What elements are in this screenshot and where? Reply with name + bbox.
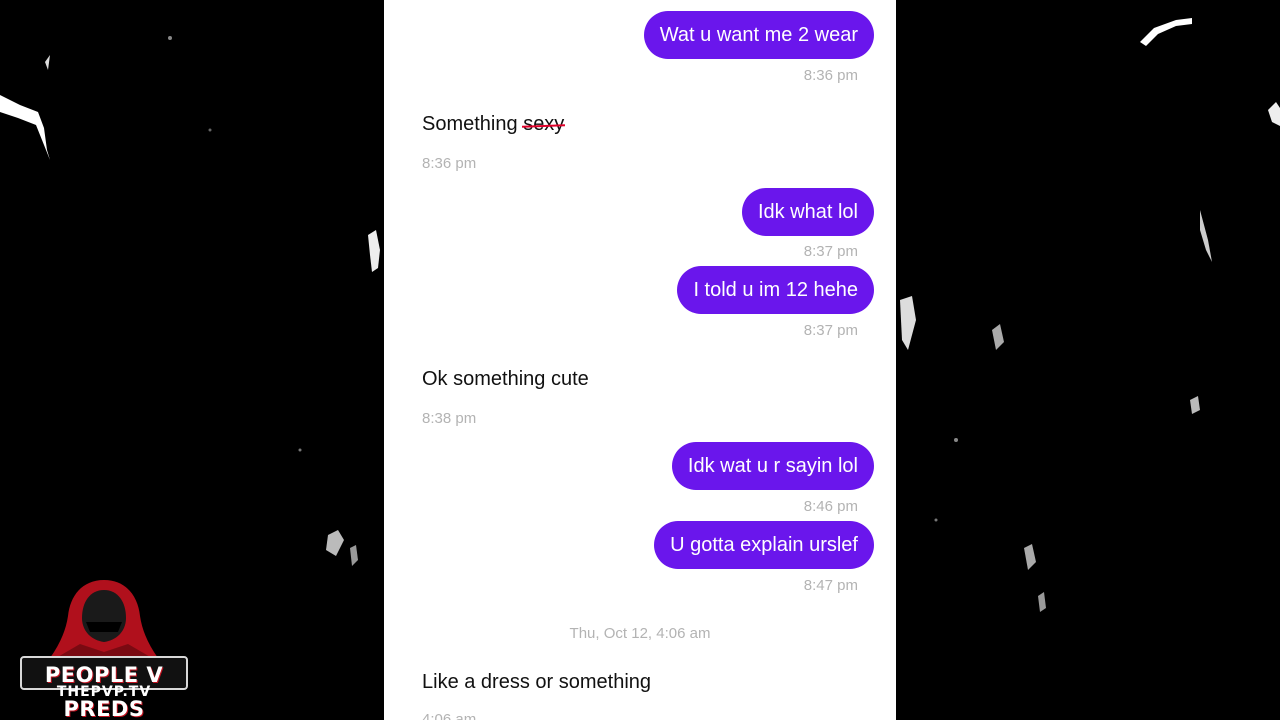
message-timestamp: 8:36 pm: [422, 155, 477, 172]
message-timestamp: 8:37 pm: [803, 322, 858, 339]
message-timestamp: 8:46 pm: [803, 498, 858, 515]
received-message: Something sexy: [422, 113, 564, 136]
grunge-decoration-right: [900, 18, 1280, 612]
message-text: Ok something cute: [422, 368, 589, 390]
message-timestamp: 8:47 pm: [803, 577, 858, 594]
chat-conversation[interactable]: Wat u want me 2 wear 8:36 pm Something s…: [384, 0, 896, 720]
logo-subtitle: THEPVP.TV: [56, 684, 152, 700]
message-text: Idk what lol: [757, 201, 858, 223]
sent-message-bubble: Idk what lol: [741, 188, 874, 236]
message-timestamp: 8:36 pm: [803, 67, 858, 84]
message-text: Something: [422, 113, 518, 135]
struck-word: sexy: [523, 113, 565, 135]
message-timestamp: 8:38 pm: [422, 410, 477, 427]
message-text: Idk wat u r sayin lol: [687, 455, 858, 477]
message-text: Like a dress or something: [422, 671, 652, 693]
message-text: I told u im 12 hehe: [693, 279, 858, 301]
hooded-figure-icon: [50, 580, 158, 658]
video-frame: Wat u want me 2 wear 8:36 pm Something s…: [0, 0, 1280, 720]
message-text: U gotta explain urslef: [670, 534, 858, 556]
sent-message-bubble: U gotta explain urslef: [654, 521, 874, 569]
message-timestamp: 8:37 pm: [803, 243, 858, 260]
sent-message-bubble: Idk wat u r sayin lol: [671, 442, 874, 490]
sent-message-bubble: I told u im 12 hehe: [677, 266, 874, 314]
sent-message-bubble: Wat u want me 2 wear: [643, 11, 874, 59]
date-separator: Thu, Oct 12, 4:06 am: [569, 625, 711, 642]
message-timestamp: 4:06 am: [422, 711, 477, 720]
message-text: Wat u want me 2 wear: [659, 24, 858, 46]
received-message: Ok something cute: [422, 368, 589, 391]
channel-logo: PEOPLE V PREDS THEPVP.TV: [20, 578, 188, 720]
received-message: Like a dress or something: [422, 671, 651, 694]
